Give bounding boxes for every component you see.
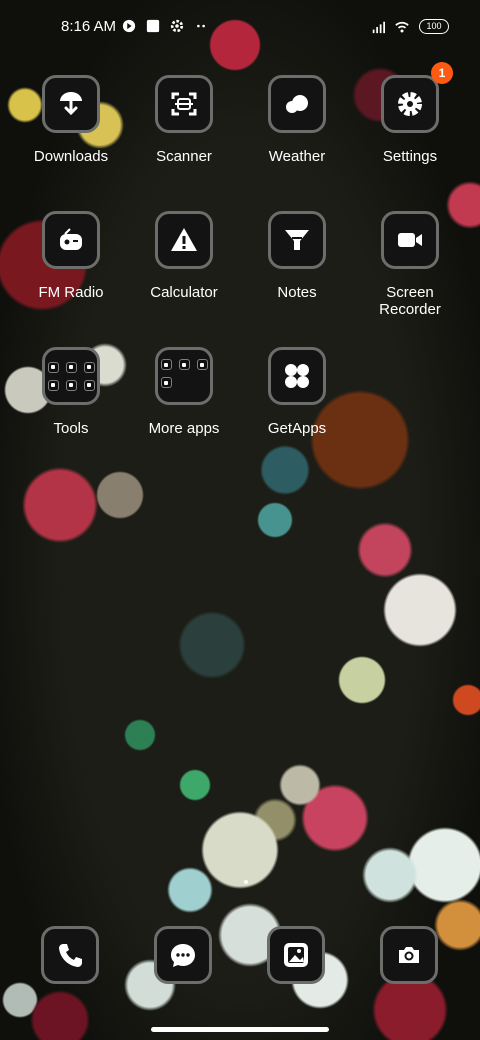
- app-icon-container: [41, 926, 99, 984]
- phone-icon: [59, 944, 82, 967]
- app-icon-container: [268, 75, 326, 133]
- download-icon: [60, 92, 82, 116]
- app-notes[interactable]: Notes: [241, 211, 353, 323]
- app-label: Notes: [277, 284, 317, 301]
- app-icon-container: [155, 211, 213, 269]
- app-icon-container: [268, 347, 326, 405]
- app-settings[interactable]: 1 Settings: [354, 62, 466, 187]
- app-icon-container: [267, 926, 325, 984]
- cloud-icon: [286, 95, 308, 113]
- app-calculator[interactable]: Calculator: [128, 211, 240, 323]
- radio-icon: [60, 228, 82, 250]
- app-label: More apps: [148, 420, 220, 437]
- app-screen-recorder[interactable]: Screen Recorder: [354, 211, 466, 323]
- four-circles-icon: [285, 364, 309, 388]
- chat-bubble-icon: [171, 944, 195, 967]
- app-label: Settings: [382, 148, 438, 165]
- mini-app-icon: [47, 361, 59, 373]
- app-label: Scanner: [156, 148, 212, 165]
- mini-app-icon: [196, 359, 208, 370]
- mini-app-icon: [83, 361, 95, 373]
- video-camera-icon: [398, 233, 422, 247]
- app-label: Calculator: [150, 284, 218, 301]
- gear-icon: [398, 92, 422, 116]
- folder-more-apps[interactable]: More apps: [128, 347, 240, 459]
- mini-app-icon: [65, 361, 77, 373]
- folder-preview-grid: [43, 357, 100, 396]
- app-label: Screen Recorder: [379, 284, 441, 318]
- app-icon-container: [155, 75, 213, 133]
- gallery-icon: [284, 943, 308, 967]
- app-icon-container: [42, 211, 100, 269]
- app-grid: Downloads Scanner Weather 1 Settings FM …: [0, 0, 480, 1040]
- mini-app-icon: [65, 379, 77, 391]
- app-icon-container: [154, 926, 212, 984]
- folder-icon: [42, 347, 100, 405]
- app-fm-radio[interactable]: FM Radio: [15, 211, 127, 323]
- mini-app-icon: [160, 377, 172, 388]
- app-label: Weather: [268, 148, 326, 165]
- app-label: GetApps: [267, 420, 327, 437]
- app-scanner[interactable]: Scanner: [128, 75, 240, 187]
- mini-app-icon: [178, 359, 190, 370]
- dock-camera[interactable]: [380, 926, 438, 984]
- dock-phone[interactable]: [41, 926, 99, 984]
- app-downloads[interactable]: Downloads: [15, 75, 127, 187]
- app-getapps[interactable]: GetApps: [241, 347, 353, 459]
- scanner-icon: [171, 92, 197, 116]
- app-icon-container: [381, 211, 439, 269]
- camera-icon: [399, 947, 419, 963]
- app-label: Tools: [53, 420, 89, 437]
- folder-tools[interactable]: Tools: [15, 347, 127, 459]
- app-icon-container: 1: [381, 62, 453, 133]
- app-label: FM Radio: [38, 284, 104, 301]
- notification-badge: 1: [431, 62, 453, 84]
- app-label: Downloads: [33, 148, 109, 165]
- page-indicator-dot: [244, 880, 248, 884]
- mini-app-icon: [160, 359, 172, 370]
- folder-icon: [155, 347, 213, 405]
- app-weather[interactable]: Weather: [241, 75, 353, 187]
- dock-gallery[interactable]: [267, 926, 325, 984]
- home-indicator[interactable]: [151, 1027, 329, 1032]
- app-icon-container: [42, 75, 100, 133]
- mini-app-icon: [47, 379, 59, 391]
- mini-app-icon: [83, 379, 95, 391]
- folder-preview-grid: [156, 354, 213, 393]
- app-icon-container: [380, 926, 438, 984]
- warning-triangle-icon: [171, 228, 197, 251]
- dock-messages[interactable]: [154, 926, 212, 984]
- funnel-icon: [285, 230, 309, 250]
- app-icon-container: [268, 211, 326, 269]
